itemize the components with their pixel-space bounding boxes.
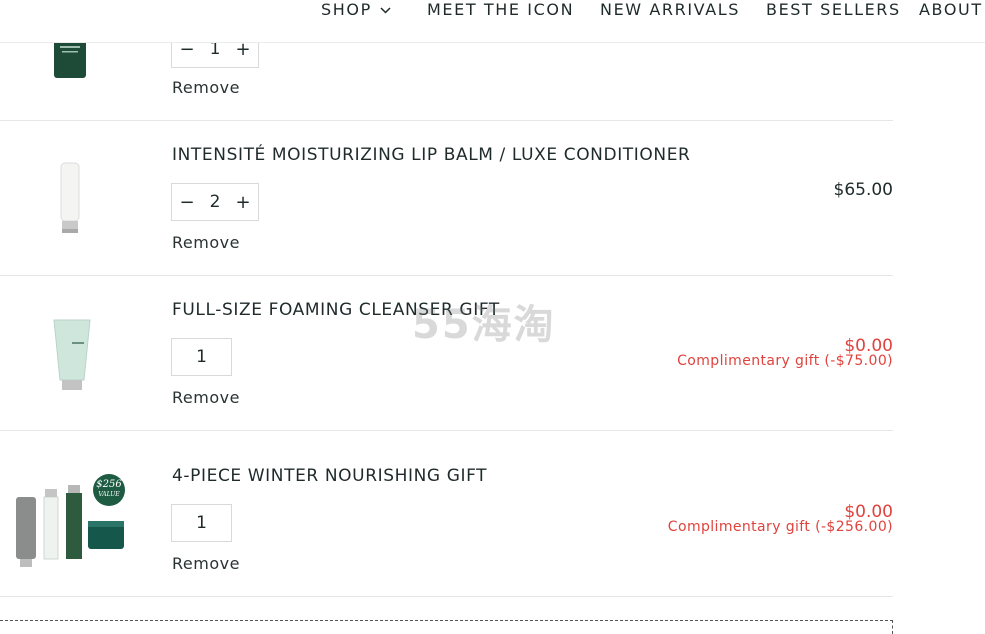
complimentary-gift-note: Complimentary gift (-$256.00)	[667, 519, 893, 535]
quantity-value: 1	[196, 513, 207, 533]
quantity-stepper[interactable]: − 2 +	[171, 183, 259, 221]
remove-link[interactable]: Remove	[172, 388, 240, 407]
quantity-value[interactable]: 2	[202, 192, 228, 212]
quantity-display: 1	[171, 338, 232, 376]
line-price: $65.00	[833, 180, 893, 200]
decrement-button[interactable]: −	[172, 192, 202, 213]
quantity-display: 1	[171, 504, 232, 542]
value-badge-amount: $256	[96, 479, 122, 490]
product-title[interactable]: 4-PIECE WINTER NOURISHING GIFT	[172, 466, 487, 486]
product-title[interactable]: FULL-SIZE FOAMING CLEANSER GIFT	[172, 300, 500, 320]
nav-shop-label: SHOP	[321, 0, 372, 19]
nav-about[interactable]: ABOUT	[919, 0, 983, 20]
nav-new-arrivals[interactable]: NEW ARRIVALS	[600, 0, 740, 20]
top-navigation: SHOP MEET THE ICON NEW ARRIVALS BEST SEL…	[0, 0, 985, 43]
product-thumbnail-cleanser-tube	[53, 319, 91, 390]
cart-row: INTENSITÉ MOISTURIZING LIP BALM / LUXE C…	[0, 121, 893, 276]
quantity-value: 1	[196, 347, 207, 367]
value-badge: $256 VALUE	[93, 474, 125, 506]
remove-link[interactable]: Remove	[172, 554, 240, 573]
product-title[interactable]: INTENSITÉ MOISTURIZING LIP BALM / LUXE C…	[172, 145, 690, 165]
nav-meet-the-icon[interactable]: MEET THE ICON	[427, 0, 574, 20]
cart-row: FULL-SIZE FOAMING CLEANSER GIFT 1 Remove…	[0, 276, 893, 431]
nav-shop[interactable]: SHOP	[321, 0, 391, 20]
nav-best-sellers[interactable]: BEST SELLERS	[766, 0, 901, 20]
remove-link[interactable]: Remove	[172, 78, 240, 97]
value-badge-label: VALUE	[98, 491, 120, 498]
remove-link[interactable]: Remove	[172, 233, 240, 252]
increment-button[interactable]: +	[228, 192, 258, 213]
cart-row: $256 VALUE 4-PIECE WINTER NOURISHING GIF…	[0, 431, 893, 597]
product-thumbnail-lip-balm-tube	[60, 162, 80, 233]
focus-outline	[0, 620, 893, 634]
complimentary-gift-note: Complimentary gift (-$75.00)	[677, 353, 893, 369]
chevron-down-icon	[380, 7, 391, 14]
